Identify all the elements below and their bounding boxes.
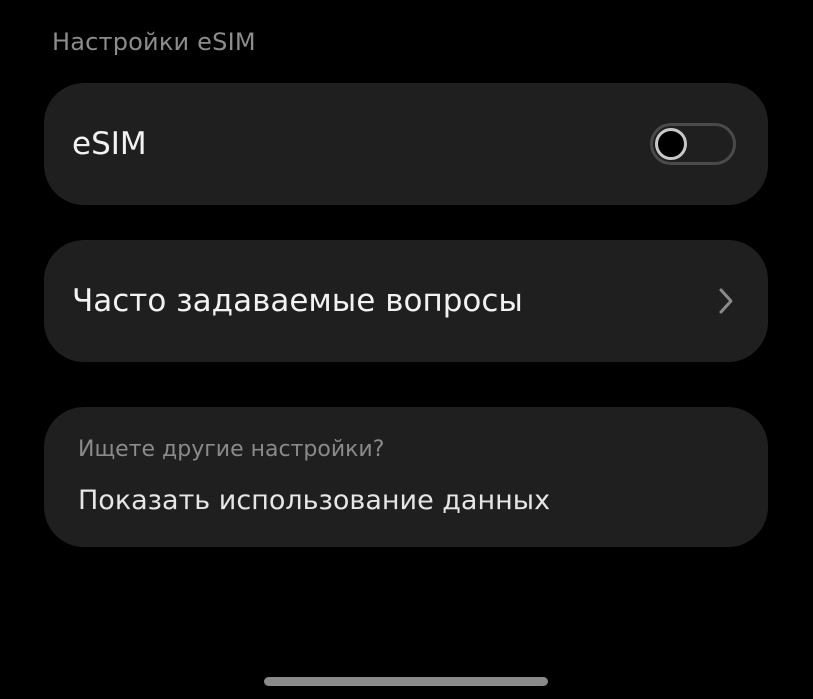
toggle-knob	[655, 128, 687, 160]
faq-label: Часто задаваемые вопросы	[72, 283, 523, 319]
other-settings-hint: Ищете другие настройки?	[78, 437, 385, 462]
show-data-usage-link[interactable]: Показать использование данных	[78, 485, 550, 516]
esim-settings-screen: Настройки eSIM eSIM Часто задаваемые воп…	[0, 0, 813, 699]
esim-toggle-switch[interactable]	[650, 123, 736, 165]
esim-label: eSIM	[72, 126, 147, 162]
chevron-right-icon	[719, 288, 733, 314]
other-settings-card: Ищете другие настройки? Показать использ…	[44, 407, 768, 547]
section-title: Настройки eSIM	[52, 28, 256, 56]
home-indicator[interactable]	[264, 677, 548, 686]
faq-row[interactable]: Часто задаваемые вопросы	[44, 240, 768, 362]
esim-toggle-row[interactable]: eSIM	[44, 83, 768, 205]
